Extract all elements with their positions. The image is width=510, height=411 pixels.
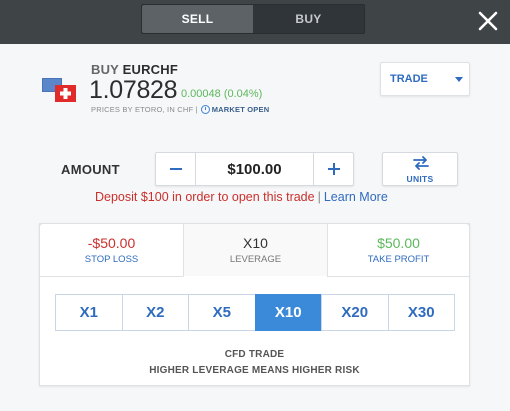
- cfd-trade-label: CFD TRADE: [224, 349, 285, 360]
- stop-loss-value: -$50.00: [87, 235, 136, 251]
- eur-chf-flag-icon: [42, 78, 76, 102]
- increase-amount-button[interactable]: [313, 153, 353, 185]
- prices-by-text: PRICES BY ETORO, IN CHF |: [91, 105, 198, 114]
- take-profit-label: TAKE PROFIT: [367, 254, 430, 265]
- leverage-option-x1[interactable]: X1: [55, 294, 123, 331]
- instrument-symbol: EURCHF: [122, 62, 178, 77]
- price-meta: PRICES BY ETORO, IN CHF | MARKET OPEN: [91, 105, 269, 114]
- buy-button[interactable]: BUY: [253, 5, 364, 33]
- leverage-options: X1 X2 X5 X10 X20 X30: [55, 294, 455, 331]
- decrease-amount-button[interactable]: [156, 153, 196, 185]
- instrument-title: BUY EURCHF: [91, 62, 178, 77]
- leverage-value: X10: [243, 235, 268, 251]
- close-icon[interactable]: [476, 9, 500, 33]
- instrument-price: 1.07828: [89, 76, 178, 104]
- top-bar: SELL BUY: [0, 0, 510, 44]
- deposit-notice: Deposit $100 in order to open this trade…: [95, 190, 388, 204]
- tab-leverage[interactable]: X10 LEVERAGE: [183, 223, 328, 277]
- amount-label: AMOUNT: [61, 162, 120, 177]
- units-toggle-button[interactable]: UNITS: [382, 152, 458, 186]
- swap-arrows-icon: [413, 156, 429, 170]
- take-profit-value: $50.00: [377, 235, 420, 251]
- leverage-option-x10[interactable]: X10: [254, 294, 322, 331]
- leverage-option-x20[interactable]: X20: [321, 294, 389, 331]
- amount-stepper: [155, 152, 354, 186]
- learn-more-link[interactable]: Learn More: [324, 190, 388, 204]
- amount-input[interactable]: [196, 153, 313, 185]
- leverage-option-x30[interactable]: X30: [387, 294, 455, 331]
- chevron-down-icon: [455, 77, 463, 82]
- stop-loss-label: STOP LOSS: [84, 254, 139, 265]
- leverage-risk-warning: HIGHER LEVERAGE MEANS HIGHER RISK: [149, 365, 360, 376]
- order-type-dropdown[interactable]: TRADE: [380, 62, 470, 96]
- minus-icon: [169, 168, 182, 170]
- leverage-label: LEVERAGE: [229, 254, 282, 265]
- tab-stop-loss[interactable]: -$50.00 STOP LOSS: [39, 223, 184, 277]
- market-status: MARKET OPEN: [211, 105, 270, 114]
- units-label: UNITS: [406, 174, 434, 184]
- tab-take-profit[interactable]: $50.00 TAKE PROFIT: [327, 223, 470, 277]
- price-change: 0.00048 (0.04%): [181, 88, 263, 100]
- trade-direction: BUY: [91, 62, 119, 77]
- order-type-label: TRADE: [390, 73, 428, 85]
- leverage-option-x2[interactable]: X2: [121, 294, 189, 331]
- deposit-text: Deposit $100 in order to open this trade: [95, 190, 315, 204]
- leverage-option-x5[interactable]: X5: [188, 294, 256, 331]
- sell-buy-toggle: SELL BUY: [141, 4, 365, 34]
- clock-icon: [200, 105, 210, 114]
- plus-icon: [327, 163, 340, 175]
- sell-button[interactable]: SELL: [142, 5, 253, 33]
- deposit-separator: |: [317, 190, 321, 204]
